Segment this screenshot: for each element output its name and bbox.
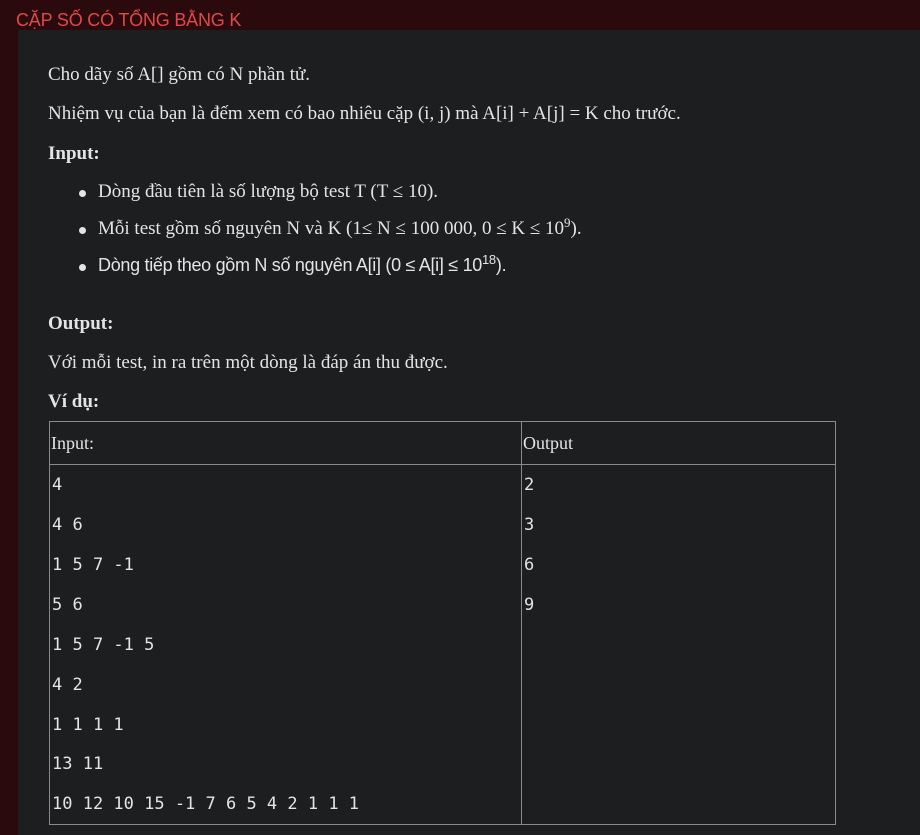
task-text: Nhiệm vụ của bạn là đếm xem có bao nhiêu… bbox=[48, 103, 681, 124]
input-line: 4 2 bbox=[52, 675, 83, 695]
output-line: 6 bbox=[524, 555, 535, 575]
table-header-input: Input: bbox=[51, 433, 94, 453]
input-line: 5 6 bbox=[52, 595, 83, 615]
table-header-divider bbox=[50, 464, 835, 465]
input-line: 4 bbox=[52, 475, 63, 495]
bullet-1 bbox=[79, 190, 86, 197]
input-item-1: Dòng đầu tiên là số lượng bộ test T (T ≤… bbox=[98, 181, 439, 202]
input-line: 1 5 7 -1 bbox=[52, 555, 134, 575]
output-heading: Output: bbox=[48, 313, 114, 334]
bullet-3 bbox=[79, 264, 86, 271]
bullet-2 bbox=[79, 227, 86, 234]
input-line: 1 1 1 1 bbox=[52, 715, 124, 735]
table-header-output: Output bbox=[523, 433, 574, 453]
input-item-3: Dòng tiếp theo gồm N số nguyên A[i] (0 ≤… bbox=[98, 252, 507, 275]
output-line: 2 bbox=[524, 475, 535, 495]
input-line: 4 6 bbox=[52, 515, 83, 535]
input-heading: Input: bbox=[48, 143, 100, 164]
intro-text: Cho dãy số A[] gồm có N phần tử. bbox=[48, 64, 311, 85]
problem-title: CẶP SỐ CÓ TỔNG BẰNG K bbox=[16, 10, 242, 30]
output-text: Với mỗi test, in ra trên một dòng là đáp… bbox=[48, 352, 448, 373]
table-column-divider bbox=[521, 422, 522, 824]
output-line: 9 bbox=[524, 595, 535, 615]
input-line: 1 5 7 -1 5 bbox=[52, 635, 155, 655]
example-table: Input: Output 4 4 6 1 5 7 -1 5 6 1 5 7 -… bbox=[49, 421, 836, 825]
input-line: 10 12 10 15 -1 7 6 5 4 2 1 1 1 bbox=[52, 794, 360, 814]
example-heading: Ví dụ: bbox=[48, 391, 100, 412]
input-line: 13 11 bbox=[52, 754, 104, 774]
problem-statement-panel: Cho dãy số A[] gồm có N phần tử. Nhiệm v… bbox=[18, 30, 920, 835]
output-line: 3 bbox=[524, 515, 535, 535]
input-item-2: Mỗi test gồm số nguyên N và K (1≤ N ≤ 10… bbox=[98, 215, 582, 239]
